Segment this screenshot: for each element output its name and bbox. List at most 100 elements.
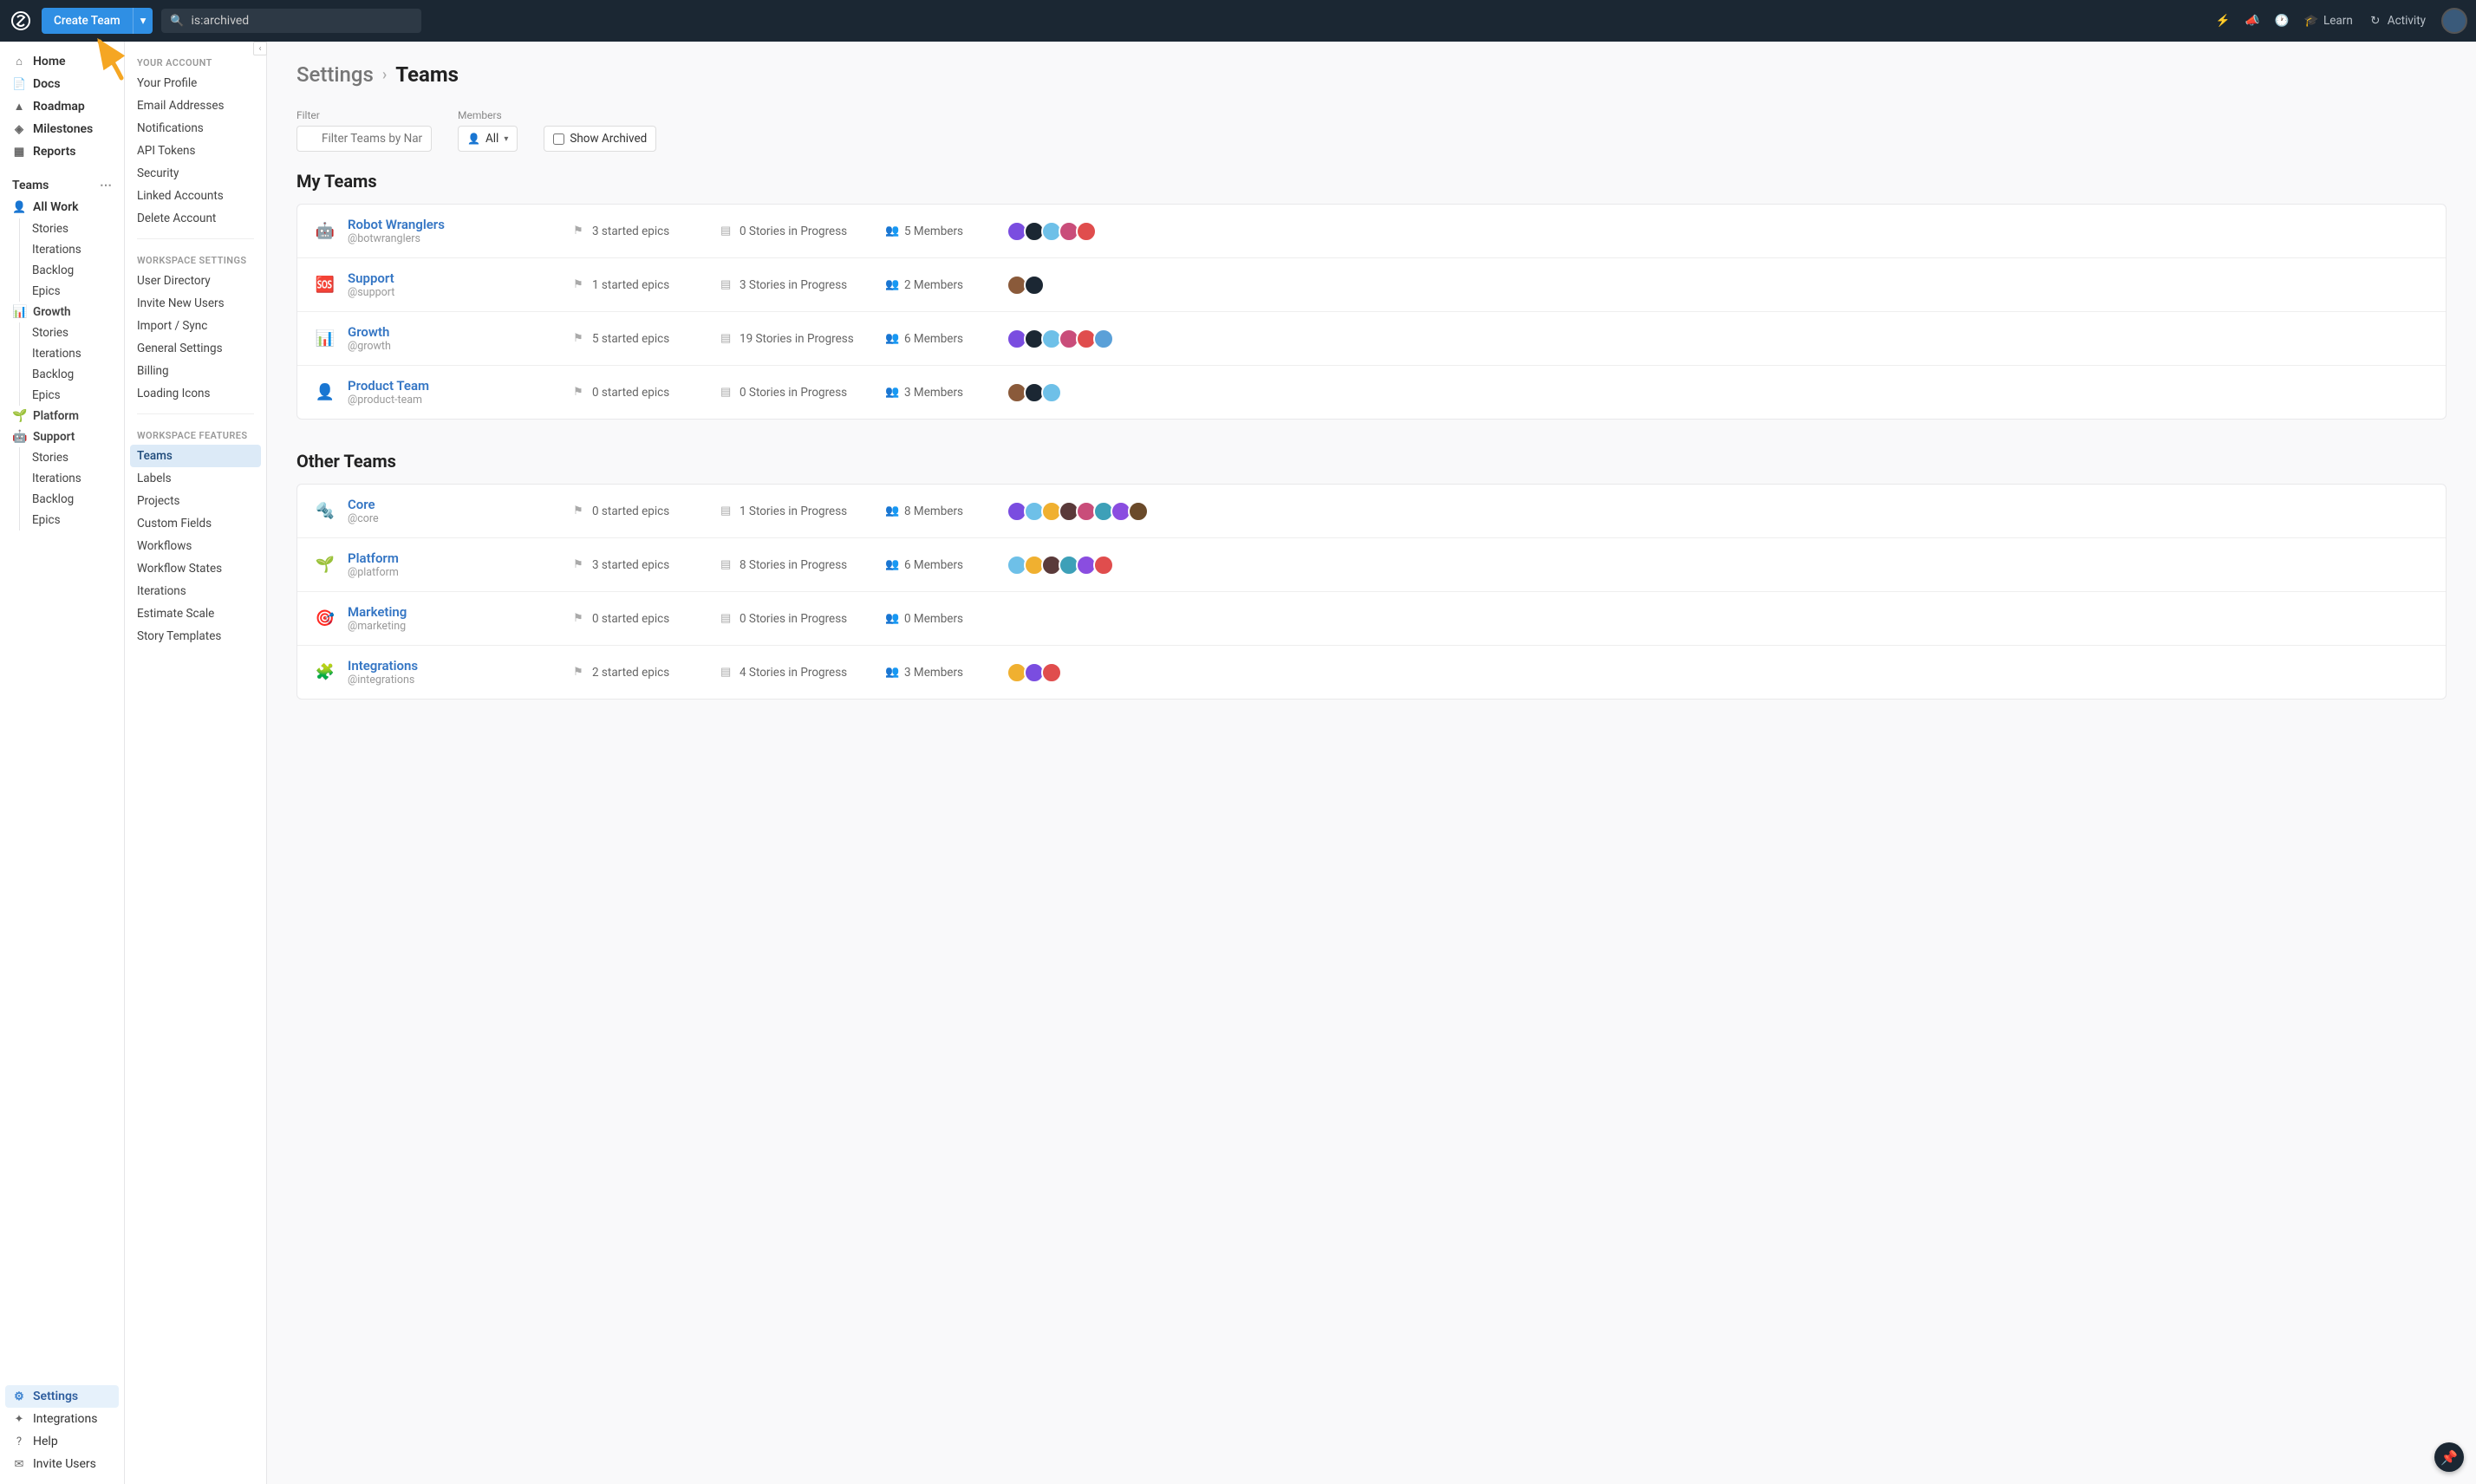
team-node-platform[interactable]: 🌱Platform — [0, 406, 124, 426]
nav-home[interactable]: ⌂Home — [0, 50, 124, 73]
team-name-link[interactable]: Platform — [348, 550, 573, 566]
settings-item-workflows[interactable]: Workflows — [125, 535, 266, 557]
team-name-link[interactable]: Support — [348, 270, 573, 286]
settings-item-story-templates[interactable]: Story Templates — [125, 625, 266, 648]
team-row[interactable]: 🆘 Support @support ⚑1 started epics ▤3 S… — [297, 258, 2446, 312]
settings-item-api-tokens[interactable]: API Tokens — [125, 140, 266, 162]
help-fab-button[interactable]: 📌 — [2434, 1442, 2464, 1472]
collapse-sidebar-icon[interactable]: ‹ — [253, 42, 267, 55]
member-avatar[interactable] — [1128, 501, 1149, 522]
settings-item-estimate-scale[interactable]: Estimate Scale — [125, 602, 266, 625]
subnav-epics[interactable]: Epics — [20, 281, 124, 302]
settings-item-user-directory[interactable]: User Directory — [125, 270, 266, 292]
team-handle: @platform — [348, 566, 573, 579]
subnav-iterations[interactable]: Iterations — [20, 343, 124, 364]
subnav-epics[interactable]: Epics — [20, 385, 124, 406]
app-logo-icon[interactable] — [9, 9, 33, 33]
team-emoji-icon: 🎯 — [315, 609, 336, 629]
bottom-help[interactable]: ?Help — [0, 1430, 124, 1453]
create-team-button[interactable]: Create Team — [42, 8, 133, 34]
all-work-item[interactable]: 👤 All Work — [0, 196, 124, 218]
show-archived-checkbox[interactable] — [553, 133, 564, 145]
team-row[interactable]: 🤖 Robot Wranglers @botwranglers ⚑3 start… — [297, 205, 2446, 258]
team-name-link[interactable]: Growth — [348, 324, 573, 340]
bottom-integrations[interactable]: ✦Integrations — [0, 1408, 124, 1430]
team-node-support[interactable]: 🤖Support — [0, 426, 124, 447]
create-team-dropdown[interactable]: ▾ — [133, 8, 153, 34]
stories-col: ▤19 Stories in Progress — [720, 332, 885, 346]
nav-docs[interactable]: 📄Docs — [0, 73, 124, 95]
bolt-icon[interactable]: ⚡ — [2216, 14, 2230, 28]
team-row[interactable]: 🎯 Marketing @marketing ⚑0 started epics … — [297, 592, 2446, 646]
team-row[interactable]: 📊 Growth @growth ⚑5 started epics ▤19 St… — [297, 312, 2446, 366]
subnav-stories[interactable]: Stories — [20, 447, 124, 468]
activity-link[interactable]: ↻Activity — [2368, 14, 2426, 28]
members-col: 👥8 Members — [885, 504, 1007, 518]
settings-item-teams[interactable]: Teams — [130, 445, 261, 467]
settings-item-workflow-states[interactable]: Workflow States — [125, 557, 266, 580]
teams-menu-icon[interactable]: ⋯ — [100, 179, 112, 192]
epics-text: 1 started epics — [592, 278, 669, 292]
team-name-link[interactable]: Integrations — [348, 658, 573, 674]
team-node-growth[interactable]: 📊Growth — [0, 302, 124, 322]
settings-item-linked-accounts[interactable]: Linked Accounts — [125, 185, 266, 207]
bottom-invite-users[interactable]: ✉Invite Users — [0, 1453, 124, 1475]
members-icon: 👥 — [885, 332, 897, 345]
team-name-link[interactable]: Robot Wranglers — [348, 217, 573, 232]
member-avatar[interactable] — [1041, 662, 1062, 683]
members-filter-dropdown[interactable]: 👤 All ▾ — [458, 126, 518, 152]
member-avatar[interactable] — [1041, 382, 1062, 403]
subnav-backlog[interactable]: Backlog — [20, 364, 124, 385]
team-name-link[interactable]: Product Team — [348, 378, 573, 394]
filter-teams-input[interactable] — [296, 126, 432, 152]
nav-reports[interactable]: ▦Reports — [0, 140, 124, 163]
settings-item-invite-new-users[interactable]: Invite New Users — [125, 292, 266, 315]
team-name-link[interactable]: Core — [348, 497, 573, 512]
team-row[interactable]: 🌱 Platform @platform ⚑3 started epics ▤8… — [297, 538, 2446, 592]
team-emoji-icon: 🤖 — [315, 221, 336, 242]
bottom-label: Help — [33, 1435, 58, 1448]
subnav-iterations[interactable]: Iterations — [20, 239, 124, 260]
team-label: Growth — [33, 305, 71, 319]
settings-item-import-sync[interactable]: Import / Sync — [125, 315, 266, 337]
megaphone-icon[interactable]: 📣 — [2245, 14, 2259, 28]
member-avatar[interactable] — [1093, 555, 1114, 576]
settings-item-security[interactable]: Security — [125, 162, 266, 185]
learn-link[interactable]: 🎓Learn — [2304, 14, 2353, 28]
search-input[interactable] — [192, 14, 414, 28]
settings-item-loading-icons[interactable]: Loading Icons — [125, 382, 266, 405]
team-name-link[interactable]: Marketing — [348, 604, 573, 620]
nav-milestones[interactable]: ◈Milestones — [0, 118, 124, 140]
stories-col: ▤0 Stories in Progress — [720, 612, 885, 626]
subnav-backlog[interactable]: Backlog — [20, 260, 124, 281]
subnav-epics[interactable]: Epics — [20, 510, 124, 530]
subnav-iterations[interactable]: Iterations — [20, 468, 124, 489]
settings-item-notifications[interactable]: Notifications — [125, 117, 266, 140]
team-row[interactable]: 👤 Product Team @product-team ⚑0 started … — [297, 366, 2446, 419]
settings-item-delete-account[interactable]: Delete Account — [125, 207, 266, 230]
clock-icon[interactable]: 🕐 — [2275, 14, 2289, 28]
breadcrumb-root[interactable]: Settings — [296, 62, 374, 87]
member-avatar[interactable] — [1076, 221, 1097, 242]
team-row[interactable]: 🔩 Core @core ⚑0 started epics ▤1 Stories… — [297, 485, 2446, 538]
subnav-backlog[interactable]: Backlog — [20, 489, 124, 510]
settings-item-custom-fields[interactable]: Custom Fields — [125, 512, 266, 535]
settings-item-iterations[interactable]: Iterations — [125, 580, 266, 602]
settings-item-labels[interactable]: Labels — [125, 467, 266, 490]
subnav-stories[interactable]: Stories — [20, 218, 124, 239]
team-row[interactable]: 🧩 Integrations @integrations ⚑2 started … — [297, 646, 2446, 699]
bottom-settings[interactable]: ⚙Settings — [5, 1385, 119, 1408]
settings-item-general-settings[interactable]: General Settings — [125, 337, 266, 360]
settings-item-email-addresses[interactable]: Email Addresses — [125, 94, 266, 117]
search-input-wrap[interactable]: 🔍 — [161, 9, 421, 33]
subnav-stories[interactable]: Stories — [20, 322, 124, 343]
nav-roadmap[interactable]: ▲Roadmap — [0, 95, 124, 118]
member-avatar[interactable] — [1024, 275, 1045, 296]
settings-item-projects[interactable]: Projects — [125, 490, 266, 512]
settings-item-billing[interactable]: Billing — [125, 360, 266, 382]
user-avatar[interactable] — [2441, 8, 2467, 34]
show-archived-toggle[interactable]: Show Archived — [544, 126, 656, 152]
team-emoji-icon: 🧩 — [315, 662, 336, 683]
member-avatar[interactable] — [1093, 329, 1114, 349]
settings-item-your-profile[interactable]: Your Profile — [125, 72, 266, 94]
